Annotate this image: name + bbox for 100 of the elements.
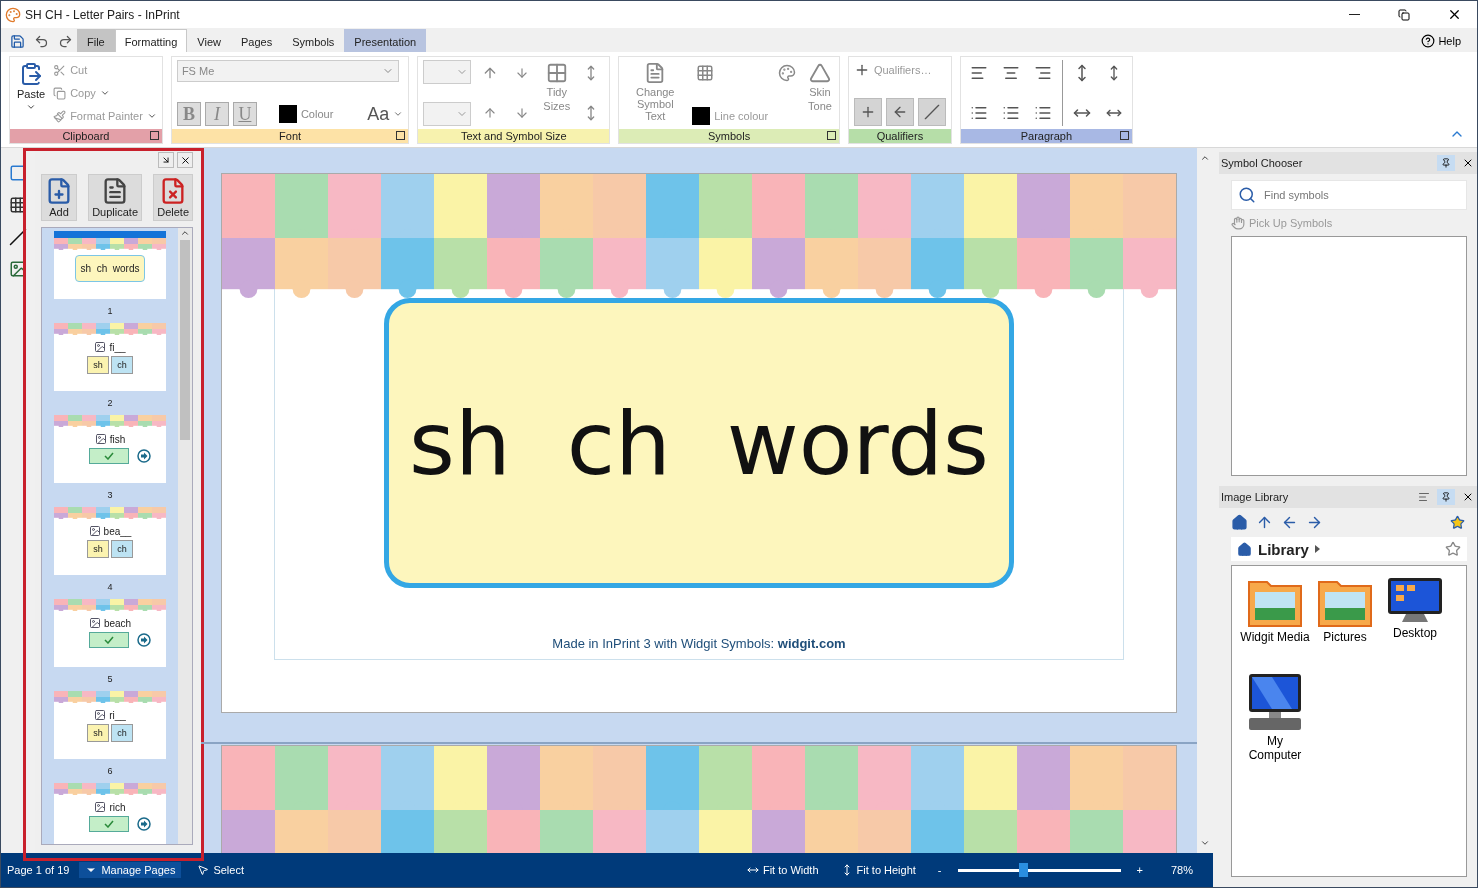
hand-icon: [1231, 216, 1245, 230]
thumbnail-word: beach: [103, 617, 132, 629]
zoom-out-button[interactable]: -: [931, 862, 948, 878]
back-button[interactable]: [1281, 514, 1298, 531]
ribbon-tab[interactable]: View: [187, 29, 231, 53]
page-thumbnail[interactable]: ri__ sh ch: [54, 691, 166, 759]
symbol-size-field[interactable]: [423, 102, 472, 126]
ribbon-tab[interactable]: Symbols: [282, 29, 345, 53]
select-button[interactable]: Select: [191, 862, 250, 878]
help-button[interactable]: Help: [1415, 30, 1467, 52]
ribbon-tab[interactable]: File: [77, 29, 115, 53]
align-left-icon[interactable]: [969, 64, 988, 82]
library-item[interactable]: Widgit Media: [1240, 576, 1310, 672]
page-thumbnail[interactable]: beach: [54, 599, 166, 667]
computer-icon: [1247, 672, 1303, 732]
page-thumbnail[interactable]: sh ch words: [54, 231, 166, 299]
home-button[interactable]: [1231, 514, 1248, 531]
close-panel-button[interactable]: [177, 152, 193, 168]
page-thumbnail[interactable]: bea__ sh ch: [54, 507, 166, 575]
skin-tone-button[interactable]: Skin Tone: [806, 60, 834, 126]
page-thumbnail[interactable]: rich: [54, 783, 166, 844]
scrollbar-thumb[interactable]: [180, 240, 190, 440]
dock-button[interactable]: [158, 152, 174, 168]
caret-icon: [26, 102, 37, 112]
search-field[interactable]: Find symbols: [1231, 180, 1467, 210]
change-symbol-text-button[interactable]: Change Symbol Text: [624, 60, 687, 126]
home-icon: [1231, 514, 1248, 531]
text-size-field[interactable]: [423, 60, 472, 84]
pin-icon: [1441, 492, 1451, 502]
change-case-button[interactable]: Aa: [367, 104, 404, 124]
library-item[interactable]: Desktop: [1380, 576, 1450, 672]
qualifier-icon[interactable]: [853, 98, 882, 126]
qualifier-icon[interactable]: [917, 98, 946, 126]
colour-button[interactable]: Colour: [278, 104, 334, 124]
symbol-icon: [94, 801, 107, 813]
ribbon-tab[interactable]: Formatting: [114, 29, 188, 53]
star-icon[interactable]: [1445, 541, 1461, 557]
triangle-icon: [809, 62, 831, 84]
dialog-launcher-icon[interactable]: [1119, 131, 1129, 140]
qualifier-icon[interactable]: [885, 98, 914, 126]
zoom-in-button[interactable]: +: [1130, 862, 1149, 878]
outdent-icon[interactable]: [1001, 104, 1020, 122]
slider-thumb[interactable]: [1019, 863, 1029, 877]
page-number: 3: [107, 489, 113, 502]
chevron-up-icon: [1200, 153, 1210, 163]
page-action-button[interactable]: Delete: [153, 174, 193, 221]
group-label: Text and Symbol Size: [460, 130, 567, 142]
line-icon: [923, 104, 940, 120]
palette-icon[interactable]: [778, 64, 797, 82]
dialog-launcher-icon[interactable]: [826, 131, 836, 140]
page-thumbnail[interactable]: fi__ sh ch: [54, 323, 166, 391]
manage-pages-button[interactable]: Manage Pages: [79, 862, 182, 878]
dialog-launcher-icon[interactable]: [396, 131, 406, 140]
page-thumbnail[interactable]: fish: [54, 415, 166, 483]
help-icon: [1421, 34, 1436, 48]
window-title: SH CH - Letter Pairs - InPrint: [25, 7, 181, 22]
grid-icon[interactable]: [696, 64, 715, 82]
indent-icon[interactable]: [969, 104, 988, 122]
symbol-icon: [88, 525, 101, 537]
thumbnail-title: sh ch words: [74, 255, 146, 282]
dialog-launcher-icon[interactable]: [149, 131, 159, 140]
library-item[interactable]: My Computer: [1240, 672, 1310, 768]
undo-icon: [33, 33, 49, 49]
paste-button[interactable]: Paste: [15, 60, 48, 126]
align-center-icon[interactable]: [1001, 64, 1020, 82]
redo-icon: [57, 33, 73, 49]
thumbnail-word: fi__: [109, 341, 126, 353]
group-label: Font: [279, 130, 302, 142]
check-icon: [104, 820, 114, 828]
favourite-folder-button[interactable]: [1450, 515, 1465, 530]
ribbon-tab[interactable]: Presentation: [344, 29, 427, 53]
chevron-up-icon: [180, 228, 190, 238]
symbol-icon: [94, 433, 107, 445]
tidy-sizes-button[interactable]: Tidy Sizes: [541, 60, 573, 126]
copy-icon: [53, 86, 67, 100]
check-icon: [104, 452, 114, 460]
align-right-icon[interactable]: [1033, 64, 1052, 82]
up-button[interactable]: [1256, 514, 1273, 531]
pin-icon: [1441, 158, 1451, 168]
scissors-icon: [53, 63, 67, 77]
letter-card: ch: [111, 724, 133, 742]
forward-button[interactable]: [1306, 514, 1323, 531]
caret-icon: [393, 109, 404, 119]
pointer-icon: [197, 864, 210, 876]
pin-button[interactable]: [1437, 155, 1455, 171]
library-item[interactable]: Pictures: [1310, 576, 1380, 672]
fit-to-width-button[interactable]: Fit to Width: [740, 862, 825, 878]
grow-symbol-icon[interactable]: [483, 106, 498, 120]
clipboard-icon: [19, 62, 44, 86]
close-icon: [179, 154, 191, 166]
page-action-button[interactable]: Add: [41, 174, 77, 221]
page-indicator: Page 1 of 19: [7, 864, 70, 876]
fit-to-height-button[interactable]: Fit to Height: [834, 862, 922, 878]
close-icon: [1462, 491, 1474, 503]
bullet-list-icon[interactable]: [1033, 104, 1052, 122]
group-label: Symbols: [708, 130, 751, 142]
breadcrumb[interactable]: Library: [1258, 540, 1309, 558]
pin-button[interactable]: [1437, 489, 1455, 505]
page-action-button[interactable]: Duplicate: [88, 174, 143, 221]
ribbon-tab[interactable]: Pages: [230, 29, 283, 53]
